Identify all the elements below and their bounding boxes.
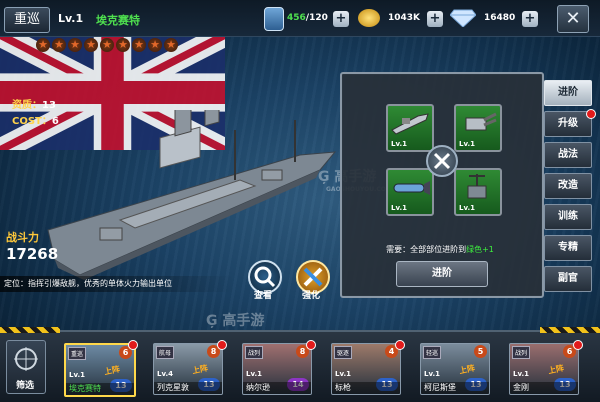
gold-coin-icon — [358, 9, 380, 27]
onboard-tag: 上阵 — [547, 363, 565, 376]
rating-star-icon: ★ — [164, 38, 178, 52]
ship-name: 埃克赛特 — [96, 14, 140, 27]
notification-dot — [586, 109, 596, 119]
rating-star-icon: ★ — [132, 38, 146, 52]
onboard-tag: 上阵 — [191, 363, 209, 376]
onboard-tag: 上阵 — [458, 363, 476, 376]
fuel-add-button[interactable]: + — [333, 11, 349, 27]
ship-card-name: 列克星敦 — [154, 382, 222, 394]
side-tab[interactable]: 进阶 — [544, 80, 592, 106]
turret-icon — [465, 112, 497, 131]
side-tab[interactable]: 升级 — [544, 111, 592, 137]
onboard-tag: 上阵 — [103, 364, 121, 377]
part-level: Lv.1 — [459, 140, 475, 148]
rating-star-icon: ★ — [116, 38, 130, 52]
ship-card-name: 埃克赛特 — [66, 383, 134, 395]
part-slot-turret[interactable]: Lv.1 — [454, 104, 502, 152]
part-slot-cannon[interactable]: Lv.1 — [386, 104, 434, 152]
ship-type-tag: 战列 — [245, 346, 264, 359]
combat-power-label: 战斗力 — [6, 231, 39, 244]
notification-dot — [306, 340, 316, 350]
cannon-icon — [391, 113, 429, 135]
quality-stat: 资质：13 — [12, 100, 56, 111]
part-slot-torpedo[interactable]: Lv.1 — [386, 168, 434, 216]
filter-label: 筛选 — [15, 381, 34, 391]
notification-dot — [573, 340, 583, 350]
ship-card-name: 金刚 — [510, 382, 578, 394]
part-slot-radar[interactable]: Lv.1 — [454, 168, 502, 216]
rating-star-icon: ★ — [52, 38, 66, 52]
side-tab[interactable]: 战法 — [544, 142, 592, 168]
ship-card-level: Lv.1 — [335, 370, 351, 378]
ship-card-level: Lv.1 — [246, 370, 262, 378]
ship-type-badge: 重巡 — [4, 7, 50, 33]
rating-star-icon: ★ — [100, 38, 114, 52]
gold-value: 1043K — [388, 13, 421, 23]
ship-card[interactable]: 重巡 6 Lv.1 上阵 13 埃克赛特 — [64, 343, 136, 397]
ship-type-tag: 航母 — [156, 346, 175, 359]
filter-icon — [14, 347, 38, 371]
hazard-stripe — [0, 327, 60, 333]
strengthen-label: 强化 — [301, 291, 320, 301]
diamond-add-button[interactable]: + — [522, 11, 538, 27]
ship-card-name: 纳尔逊 — [243, 382, 311, 394]
ship-card-name: 柯尼斯堡 — [421, 382, 489, 394]
notification-dot — [128, 340, 138, 350]
advance-requirement: 需要：全部部位进阶到绿色+1 — [386, 245, 494, 254]
cruiser-ship-model — [47, 110, 337, 280]
ship-card[interactable]: 航母 8 Lv.4 上阵 13 列克星敦 — [153, 343, 223, 395]
ship-type-tag: 战列 — [512, 346, 531, 359]
wrench-icon — [426, 145, 458, 177]
hazard-stripe — [540, 327, 600, 333]
rating-star-icon: ★ — [148, 38, 162, 52]
watermark: Ģ 高手游 — [206, 313, 265, 329]
star-count-badge: 5 — [474, 345, 487, 358]
fuel-value: 456/120 — [287, 13, 328, 23]
side-tab[interactable]: 专精 — [544, 235, 592, 261]
ship-card[interactable]: 轻巡 5 Lv.1 上阵 13 柯尼斯堡 — [420, 343, 490, 395]
side-tab[interactable]: 改造 — [544, 173, 592, 199]
ship-type-tag: 轻巡 — [423, 346, 442, 359]
rating-star-icon: ★ — [84, 38, 98, 52]
combat-power-value: 17268 — [6, 245, 59, 263]
ship-type-tag: 重巡 — [68, 347, 87, 360]
ship-card-level: Lv.4 — [157, 370, 173, 378]
ship-card-level: Lv.1 — [69, 371, 85, 379]
ship-type-tag: 驱逐 — [334, 346, 353, 359]
part-level: Lv.1 — [391, 140, 407, 148]
view-label: 查看 — [253, 291, 272, 301]
part-level: Lv.1 — [391, 204, 407, 212]
ship-card[interactable]: 战列 8 Lv.1 14 纳尔逊 — [242, 343, 312, 395]
torpedo-icon — [393, 181, 430, 195]
rating-star-icon: ★ — [36, 38, 50, 52]
diamond-value: 16480 — [484, 13, 516, 23]
close-button[interactable]: ✕ — [557, 5, 589, 33]
radar-icon — [467, 174, 487, 199]
ship-star-rating: ★ ★ ★ ★ ★ ★ ★ ★ ★ — [36, 38, 178, 52]
ship-card-name: 标枪 — [332, 382, 400, 394]
part-level: Lv.1 — [459, 204, 475, 212]
rating-star-icon: ★ — [68, 38, 82, 52]
side-tab[interactable]: 训练 — [544, 204, 592, 230]
ship-level: Lv.1 — [58, 12, 84, 25]
notification-dot — [217, 340, 227, 350]
advance-button[interactable]: 进阶 — [396, 261, 488, 287]
ship-card[interactable]: 驱逐 4 Lv.1 13 标枪 — [331, 343, 401, 395]
diamond-icon — [450, 9, 476, 27]
gold-add-button[interactable]: + — [427, 11, 443, 27]
ship-description: 定位：指挥引爆敌舰，优秀的单体火力输出单位 — [0, 276, 234, 292]
ship-card-level: Lv.1 — [424, 370, 440, 378]
ship-card-level: Lv.1 — [513, 370, 529, 378]
fuel-icon — [264, 7, 284, 31]
ship-card[interactable]: 战列 6 Lv.1 上阵 13 金刚 — [509, 343, 579, 395]
notification-dot — [395, 340, 405, 350]
side-tab[interactable]: 副官 — [544, 266, 592, 292]
